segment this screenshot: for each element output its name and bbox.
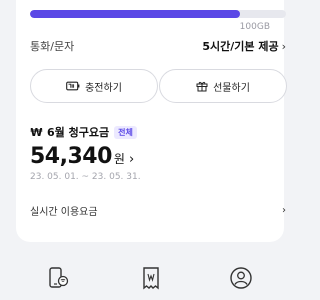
- call-row[interactable]: 통화/문자 5시간/기본 제공 ›: [30, 38, 286, 54]
- call-value-text: 5시간/기본 제공: [202, 40, 279, 53]
- gift-label: 선물하기: [213, 82, 250, 94]
- bill-title: 6월 청구요금: [47, 126, 110, 139]
- phone-wifi-icon[interactable]: [46, 266, 70, 290]
- battery-charge-icon: [66, 81, 80, 91]
- bottom-shortcuts: [0, 266, 300, 300]
- gift-button[interactable]: 선물하기: [159, 69, 287, 103]
- charge-button[interactable]: 충전하기: [30, 69, 158, 103]
- chevron-right-icon: ›: [128, 152, 135, 167]
- bill-unit: 원: [113, 152, 125, 166]
- data-cap-label: 100GB: [239, 22, 270, 32]
- gift-icon: [196, 81, 208, 92]
- chevron-right-icon: ›: [281, 40, 286, 53]
- user-icon[interactable]: [229, 266, 253, 290]
- bill-header: ₩ 6월 청구요금 전체: [30, 124, 137, 140]
- call-value: 5시간/기본 제공 ›: [202, 38, 286, 54]
- receipt-icon[interactable]: [139, 266, 163, 290]
- charge-label: 충전하기: [85, 82, 122, 94]
- won-icon: ₩: [30, 125, 43, 139]
- call-label: 통화/문자: [30, 40, 75, 53]
- bill-period: 23. 05. 01. ~ 23. 05. 31.: [30, 172, 141, 182]
- data-usage-bar: [30, 10, 286, 18]
- bill-badge[interactable]: 전체: [114, 125, 137, 139]
- bill-amount-row[interactable]: 54,340 원 ›: [30, 144, 134, 169]
- bill-amount: 54,340: [30, 144, 112, 169]
- data-usage-fill: [30, 10, 240, 18]
- plan-card: 100GB 통화/문자 5시간/기본 제공 › 충전하기 선물하기 ₩ 6월 청구…: [16, 0, 287, 242]
- realtime-label: 실시간 이용요금: [30, 207, 98, 218]
- chevron-right-icon: ›: [282, 205, 286, 216]
- realtime-usage-row[interactable]: 실시간 이용요금 ›: [30, 203, 286, 218]
